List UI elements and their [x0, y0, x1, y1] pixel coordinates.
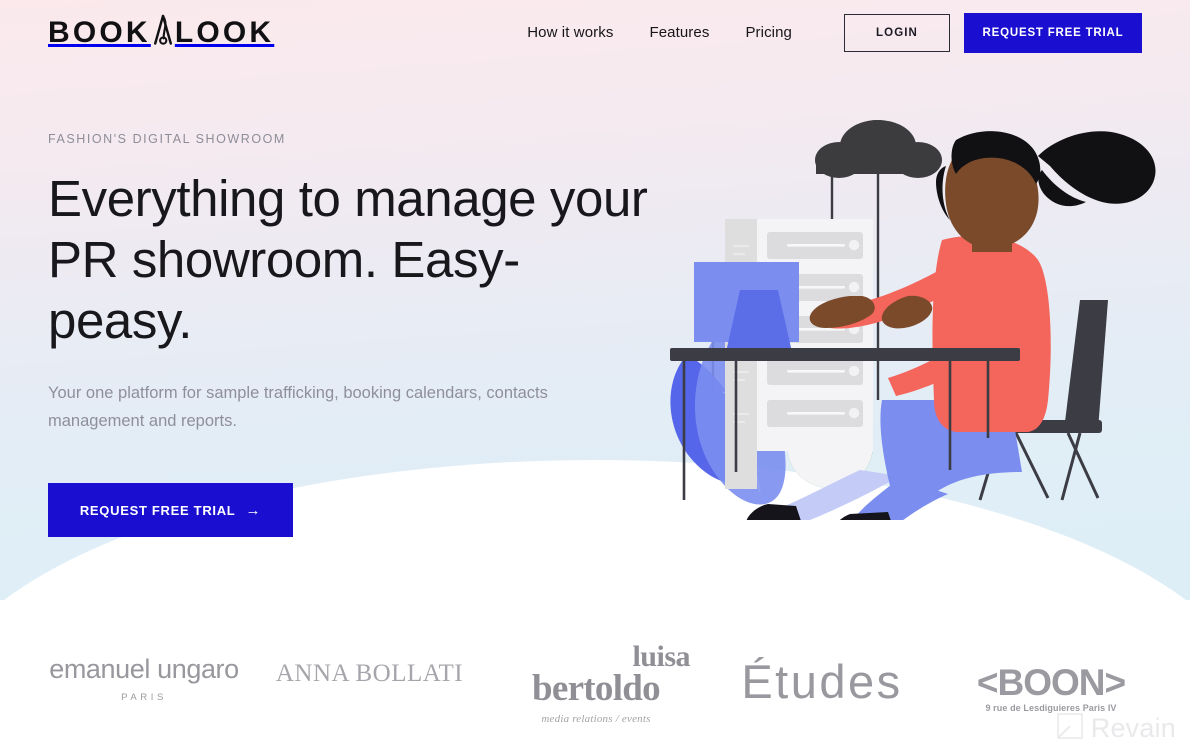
server-row [767, 400, 863, 427]
hero-subcopy: Your one platform for sample trafficking… [48, 384, 548, 430]
server-row [767, 358, 863, 385]
hero-eyebrow: FASHION'S DIGITAL SHOWROOM [48, 132, 286, 146]
brand-name-first: BOOK [48, 16, 151, 49]
hero-headline: Everything to manage your PR showroom. E… [48, 168, 648, 351]
cloud-icon [815, 120, 942, 178]
client-logo-anna-bollati-name: ANNA BOLLATI [275, 660, 464, 687]
client-logo-etudes-name: Études [741, 655, 903, 708]
request-free-trial-hero-button[interactable]: REQUEST FREE TRIAL → [48, 483, 293, 537]
request-free-trial-header-button[interactable]: REQUEST FREE TRIAL [964, 13, 1142, 53]
hero-illustration [650, 100, 1170, 541]
arrow-right-icon: → [245, 501, 262, 519]
safety-pin-icon [152, 14, 174, 53]
client-logo-luisa-bertoldo-line2: bertoldo [531, 668, 661, 709]
revain-square-icon [1056, 712, 1084, 745]
login-button[interactable]: LOGIN [844, 14, 950, 52]
hero-cta-label: REQUEST FREE TRIAL [79, 502, 236, 518]
client-logo-emanuel-ungaro: emanuel ungaro PARIS [48, 654, 240, 703]
client-logo-luisa-bertoldo-line1: luisa [632, 640, 690, 673]
nav-item-features[interactable]: Features [631, 13, 727, 53]
hero-headline-line-2: PR showroom. Easy-peasy. [48, 231, 520, 349]
brand-name-second: LOOK [174, 16, 275, 49]
shoe-icon [745, 504, 802, 532]
client-logo-luisa-bertoldo-sub: media relations / events [541, 713, 651, 725]
client-logo-emanuel-ungaro-name: emanuel ungaro [49, 654, 239, 684]
nav-item-how-it-works[interactable]: How it works [509, 13, 631, 53]
client-logo-emanuel-ungaro-sub: PARIS [121, 692, 167, 703]
hero-content: FASHION'S DIGITAL SHOWROOM Everything to… [48, 132, 648, 537]
client-logo-boon: <BOON> 9 rue de Lesdiguieres Paris IV [958, 662, 1144, 714]
server-row [767, 232, 863, 259]
hero-illustration-svg [670, 120, 1156, 541]
nav-item-pricing[interactable]: Pricing [727, 13, 810, 53]
hero-headline-line-1: Everything to manage your [48, 170, 648, 227]
client-logo-luisa-bertoldo: luisa bertoldo media relations / events [498, 640, 694, 726]
main-navigation: How it works Features Pricing LOGIN REQU… [509, 13, 1142, 53]
client-logo-anna-bollati: ANNA BOLLATI [272, 660, 467, 688]
desk-surface [670, 348, 1020, 361]
client-logo-strip: emanuel ungaro PARIS ANNA BOLLATI luisa … [0, 640, 1190, 753]
client-logo-etudes: Études [722, 656, 922, 708]
brand-logo[interactable]: BOOK LOOK [48, 14, 275, 53]
revain-watermark-label: Revain [1090, 713, 1176, 743]
site-header: BOOK LOOK How it works Features Pricing … [0, 0, 1190, 66]
revain-watermark: Revain [1056, 712, 1176, 745]
client-logo-boon-name: <BOON> [976, 662, 1126, 703]
